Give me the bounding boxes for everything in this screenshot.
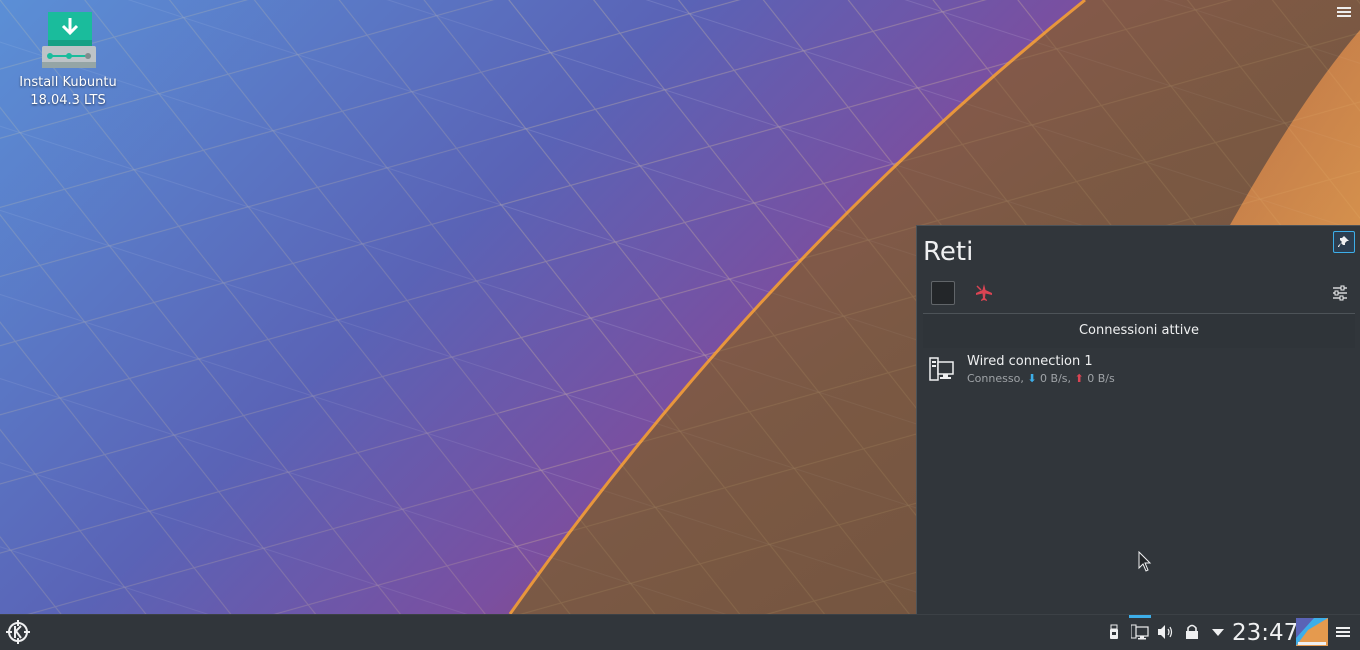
installer-icon bbox=[40, 12, 96, 70]
upload-arrow-icon: ⬆ bbox=[1074, 372, 1084, 385]
kde-logo-icon[interactable] bbox=[6, 620, 30, 644]
upload-speed: 0 B/s bbox=[1087, 372, 1115, 385]
configure-icon[interactable] bbox=[1331, 284, 1349, 302]
show-desktop-icon[interactable] bbox=[1296, 618, 1328, 646]
popup-title: Reti bbox=[923, 237, 974, 267]
connection-name: Wired connection 1 bbox=[967, 354, 1093, 369]
connection-state: Connesso, bbox=[967, 372, 1024, 385]
expand-tray-icon[interactable] bbox=[1210, 624, 1226, 640]
usb-icon[interactable] bbox=[1106, 624, 1122, 640]
desktop-icon-label-line1: Install Kubuntu bbox=[19, 75, 117, 90]
lock-icon[interactable] bbox=[1184, 624, 1200, 640]
connection-status: Connesso, ⬇ 0 B/s, ⬆ 0 B/s bbox=[967, 372, 1115, 386]
network-wired-icon[interactable] bbox=[1130, 624, 1149, 640]
section-header-active-connections: Connessioni attive bbox=[923, 314, 1355, 348]
download-speed: 0 B/s, bbox=[1040, 372, 1072, 385]
hamburger-menu-icon[interactable] bbox=[1336, 6, 1352, 22]
download-arrow-icon: ⬇ bbox=[1027, 372, 1037, 385]
pin-icon[interactable] bbox=[1333, 231, 1355, 253]
active-tray-indicator bbox=[1129, 615, 1151, 618]
panel-menu-icon[interactable] bbox=[1336, 624, 1350, 640]
wired-network-icon bbox=[929, 356, 955, 384]
desktop[interactable]: Install Kubuntu 18.04.3 LTS Reti Conness… bbox=[0, 0, 1360, 614]
volume-icon[interactable] bbox=[1157, 624, 1173, 640]
popup-toolbar bbox=[923, 278, 1355, 312]
install-kubuntu-shortcut[interactable]: Install Kubuntu 18.04.3 LTS bbox=[14, 12, 122, 110]
mouse-cursor-icon bbox=[1138, 550, 1152, 573]
connection-list-item[interactable]: Wired connection 1 Connesso, ⬇ 0 B/s, ⬆ … bbox=[923, 350, 1355, 390]
clock[interactable]: 23:47 bbox=[1232, 618, 1298, 648]
taskbar: 23:47 bbox=[0, 614, 1360, 650]
airplane-mode-icon[interactable] bbox=[973, 282, 995, 304]
wifi-toggle-checkbox[interactable] bbox=[931, 281, 955, 305]
desktop-icon-label-line2: 18.04.3 LTS bbox=[30, 93, 106, 108]
